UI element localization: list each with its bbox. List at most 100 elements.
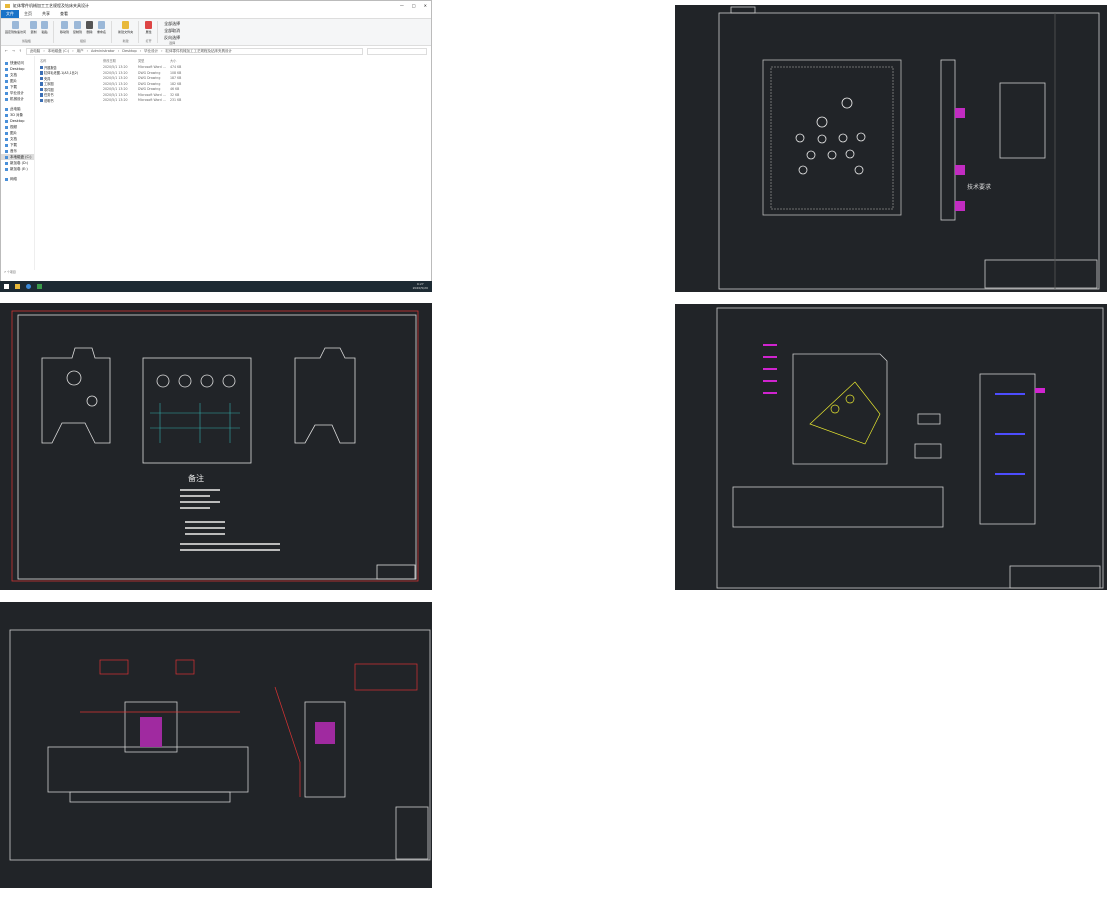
- back-icon[interactable]: ←: [5, 49, 8, 53]
- spreadsheet-icon[interactable]: [37, 284, 42, 289]
- move-to-button[interactable]: 移动到: [60, 21, 69, 39]
- nav-item-icon: [5, 149, 8, 153]
- title-tag: [730, 6, 756, 14]
- drawing-border: [9, 629, 431, 861]
- tab-home[interactable]: 主页: [19, 10, 37, 18]
- rename-button[interactable]: 重命名: [97, 21, 106, 39]
- delete-label: 删除: [86, 30, 93, 34]
- nav-item-icon: [5, 67, 8, 71]
- copy-to-icon: [74, 21, 82, 29]
- breadcrumb-current[interactable]: 缸体零件机械加工工艺规程及钻床夹具设计: [166, 49, 233, 54]
- hole-table: [999, 82, 1046, 159]
- technical-requirements-title: 技术要求: [967, 183, 991, 191]
- maximize-button[interactable]: □: [412, 3, 416, 8]
- address-bar[interactable]: 此电脑 › 本地磁盘 (C:) › 用户 › Administrator › Deskt…: [25, 47, 363, 55]
- nav-item-icon: [5, 131, 8, 135]
- delete-button[interactable]: 删除: [86, 21, 94, 39]
- nav-item-label: 网络: [10, 177, 17, 181]
- cad-drawing-plate: 技术要求: [675, 5, 1107, 292]
- pin-label: 固定到快速访问: [5, 30, 27, 34]
- pin-icon: [12, 21, 19, 29]
- ribbon-group-new: 新建文件夹 新建: [118, 21, 140, 43]
- nav-item-icon: [5, 91, 8, 95]
- move-icon: [61, 21, 69, 29]
- browser-icon[interactable]: [26, 284, 31, 289]
- file-size: 187 KB: [170, 76, 182, 81]
- file-type: Microsoft Word ...: [138, 65, 166, 70]
- minimize-button[interactable]: —: [400, 3, 404, 8]
- notes-text-lines: [180, 489, 280, 551]
- new-folder-icon: [122, 21, 130, 29]
- properties-button[interactable]: 属性: [145, 21, 153, 39]
- nav-item-icon: [5, 125, 8, 129]
- breadcrumb-item[interactable]: 用户: [77, 49, 84, 54]
- drawing-border-red: [11, 310, 419, 582]
- file-type: DWG Drawing: [138, 70, 161, 75]
- tab-view[interactable]: 查看: [55, 10, 73, 18]
- search-input[interactable]: [367, 47, 427, 55]
- start-icon[interactable]: [4, 284, 9, 289]
- breadcrumb-item[interactable]: 毕业设计: [144, 49, 158, 54]
- workpiece-outline: [809, 381, 881, 445]
- title-block: [1009, 565, 1101, 589]
- copy-to-button[interactable]: 复制到: [73, 21, 82, 39]
- leader-labels: [763, 344, 1045, 394]
- nav-item-icon: [5, 137, 8, 141]
- file-date: 2020/5/1 13:20: [103, 98, 128, 103]
- tab-file[interactable]: 文件: [1, 10, 19, 18]
- file-type: DWG Drawing: [138, 76, 161, 81]
- side-view: [294, 347, 356, 444]
- file-size: 231 KB: [170, 98, 182, 103]
- fixture-drawing-canvas: [716, 307, 1104, 589]
- paste-icon: [41, 21, 49, 29]
- group-label: 打开: [145, 39, 152, 43]
- group-label: 新建: [122, 39, 129, 43]
- title-block: [395, 806, 429, 860]
- tab-share[interactable]: 共享: [37, 10, 55, 18]
- machine-base-front: [47, 746, 249, 793]
- paste-label: 粘贴: [41, 30, 48, 34]
- file-size: 182 KB: [170, 81, 182, 86]
- nav-item-icon: [5, 97, 8, 101]
- forward-icon[interactable]: →: [12, 49, 15, 53]
- file-name: 任务书: [44, 93, 54, 98]
- copy-to-label: 复制到: [73, 30, 83, 34]
- select-none-button[interactable]: 全部取消: [164, 28, 180, 34]
- copy-icon: [30, 21, 38, 29]
- column-size[interactable]: 大小: [170, 58, 190, 63]
- machine-side-view: [304, 701, 346, 798]
- address-row: ← → ↑ 此电脑 › 本地磁盘 (C:) › 用户 › Administrator › D…: [1, 46, 431, 56]
- nav-item-icon: [5, 167, 8, 171]
- file-row[interactable]: 说明书 2020/5/1 13:20 Microsoft Word ... 231 K…: [39, 98, 427, 104]
- new-folder-button[interactable]: 新建文件夹: [118, 21, 133, 39]
- breadcrumb-item[interactable]: 本地磁盘 (C:): [48, 49, 69, 54]
- up-icon[interactable]: ↑: [19, 49, 22, 53]
- file-name: 零件图: [44, 87, 54, 92]
- paste-button[interactable]: 粘贴: [41, 21, 49, 39]
- pin-button[interactable]: 固定到快速访问: [5, 21, 26, 39]
- file-date: 2020/5/1 13:20: [103, 87, 128, 92]
- nav-item-icon: [5, 155, 8, 159]
- drawing-border: [17, 314, 417, 580]
- nav-item[interactable]: 网络: [1, 176, 34, 182]
- column-name[interactable]: 名称: [40, 58, 103, 63]
- breadcrumb-item[interactable]: 此电脑: [30, 49, 41, 54]
- close-button[interactable]: ✕: [424, 3, 427, 8]
- title-block: [376, 564, 416, 580]
- column-type[interactable]: 类型: [138, 58, 170, 63]
- clock[interactable]: 9:27 2020/5/20: [413, 282, 428, 290]
- nav-item-label: 新加卷 (E:): [10, 167, 28, 171]
- column-date[interactable]: 修改日期: [103, 58, 138, 63]
- nav-item-icon: [5, 61, 8, 65]
- hidden-lines: [150, 403, 240, 443]
- select-all-button[interactable]: 全部选择: [164, 21, 180, 27]
- breadcrumb-item[interactable]: Administrator: [91, 49, 115, 53]
- file-explorer-window: 缸体零件机械加工工艺规程及钻床夹具设计 — □ ✕ 文件 主页 共享 查看 固定…: [0, 0, 432, 292]
- nav-item-icon: [5, 119, 8, 123]
- column-headers: 名称 修改日期 类型 大小: [39, 58, 427, 64]
- file-explorer-icon[interactable]: [15, 284, 20, 289]
- file-type: Microsoft Word ...: [138, 92, 166, 97]
- copy-button[interactable]: 复制: [30, 21, 38, 39]
- breadcrumb-item[interactable]: Desktop: [122, 49, 136, 53]
- nav-item-label: 机械设计: [10, 97, 24, 101]
